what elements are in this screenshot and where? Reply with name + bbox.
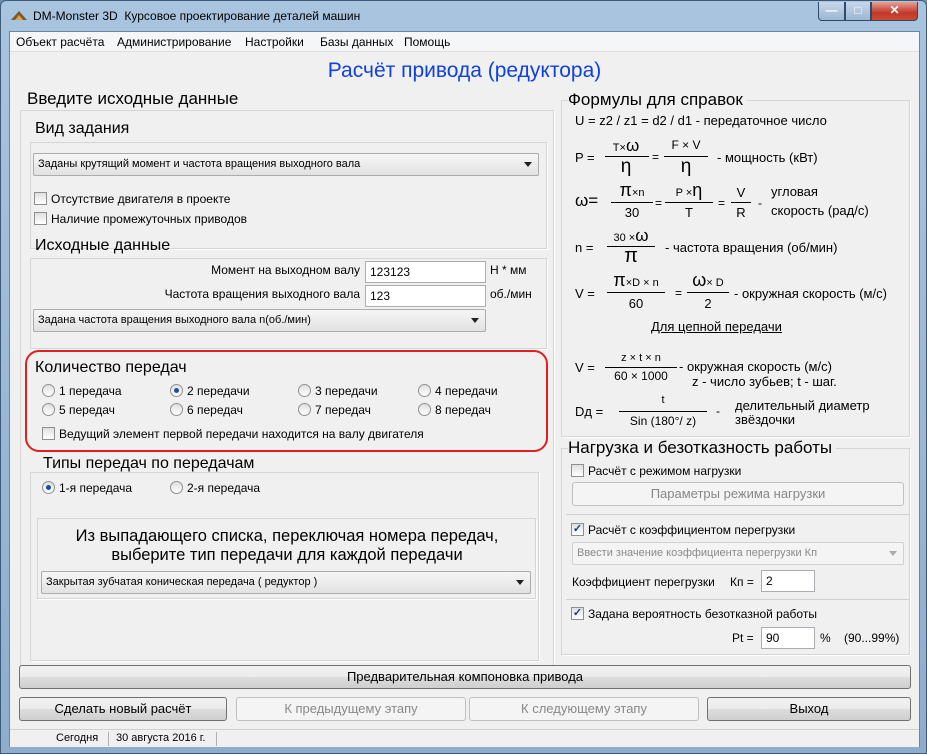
page-title: Расчёт привода (редуктора) (327, 59, 602, 82)
gear-count-label-5: 5 передач (59, 403, 115, 417)
no-engine-checkbox[interactable] (34, 192, 47, 205)
gear-count-radio-1[interactable] (42, 384, 55, 397)
menu-help[interactable]: Помощь (404, 35, 450, 49)
type-gear2-label: 2-я передача (187, 481, 261, 495)
types-heading: Типы передач по передачам (43, 455, 255, 472)
precompose-button[interactable]: Предварительная компоновка привода (19, 665, 911, 689)
task-type-select[interactable]: Заданы крутящий момент и частота вращени… (33, 153, 539, 176)
chevron-down-icon (516, 580, 524, 585)
gear-count-radio-8[interactable] (418, 403, 431, 416)
divider (566, 514, 910, 515)
menu-settings[interactable]: Настройки (245, 35, 304, 49)
no-engine-label: Отсутствие двигателя в проекте (51, 192, 231, 206)
reliability-unit: % (820, 631, 831, 645)
overload-checkbox[interactable]: ✓ (571, 523, 584, 536)
gear-count-label-4: 4 передачи (435, 384, 498, 398)
gears-heading: Количество передач (35, 359, 187, 376)
overload-coef-input[interactable]: 2 (761, 570, 815, 592)
gear-count-label-2: 2 передачи (187, 384, 250, 398)
exit-button[interactable]: Выход (707, 697, 911, 721)
gear-count-radio-5[interactable] (42, 403, 55, 416)
intermediate-checkbox[interactable] (34, 212, 47, 225)
gear-count-label-1: 1 передача (59, 384, 122, 398)
chain-title: Для цепной передачи (651, 319, 782, 334)
gear-count-radio-3[interactable] (298, 384, 311, 397)
formula-rotation-speed: n = 30 ×ω π - частота вращения (об/мин) (575, 226, 838, 267)
types-hint-line1: Из выпадающего списка, переключая номера… (75, 527, 499, 545)
formula-angular-speed: ω= π×n 30 = P ×η T = V R - угловая скоро… (575, 180, 869, 220)
freq-input[interactable]: 123 (365, 285, 486, 307)
intermediate-label: Наличие промежуточных приводов (51, 212, 247, 226)
overload-label: Расчёт с коэффициентом перегрузки (588, 523, 796, 537)
type-gear1-label: 1-я передача (59, 481, 133, 495)
type-gear1-radio[interactable] (42, 481, 55, 494)
status-date: 30 августа 2016 г. (116, 732, 206, 744)
task-type-heading: Вид задания (35, 120, 130, 137)
menu-admin[interactable]: Администрирование (117, 35, 231, 49)
minimize-button[interactable]: — (818, 2, 845, 21)
menu-databases[interactable]: Базы данных (320, 35, 393, 49)
chevron-down-icon (889, 551, 897, 556)
gear-type-select[interactable]: Закрытая зубчатая коническая передача ( … (41, 571, 531, 594)
torque-unit: Н * мм (490, 263, 527, 277)
load-mode-label: Расчёт с режимом нагрузки (588, 464, 742, 478)
type-gear2-radio[interactable] (170, 481, 183, 494)
formula-power: P = T×ω η = F × V η - мощность (кВт) (575, 136, 818, 177)
menu-object[interactable]: Объект расчёта (16, 35, 104, 49)
status-bar: Сегодня 30 августа 2016 г. (10, 729, 919, 747)
formulas-heading: Формулы для справок (568, 90, 747, 110)
input-heading: Введите исходные данные (27, 89, 239, 108)
formula-peripheral-speed: V = π×D × n 60 = ω× D 2 - окружная скоро… (575, 270, 887, 311)
torque-input[interactable]: 123123 (365, 261, 486, 283)
next-step-button[interactable]: К следующему этапу (469, 697, 699, 721)
overload-select[interactable]: Ввести значение коэффициента перегрузки … (572, 542, 904, 565)
formula-ratio: U = z2 / z1 = d2 / d1 - передаточное чис… (575, 113, 827, 128)
status-today-label: Сегодня (56, 732, 99, 744)
close-button[interactable]: ✕ (871, 2, 918, 21)
formula-chain-speed: V = z × t × n 60 × 1000 - окружная скоро… (575, 352, 837, 389)
maximize-button[interactable]: □ (845, 2, 871, 21)
gear-count-label-7: 7 передач (315, 403, 371, 417)
freq-select[interactable]: Задана частота вращения выходного вала n… (33, 309, 486, 332)
app-window: DM-Monster 3D Курсовое проектирование де… (0, 0, 927, 754)
gear-count-radio-4[interactable] (418, 384, 431, 397)
prev-step-button[interactable]: К предыдущему этапу (236, 697, 466, 721)
reliability-input[interactable]: 90 (761, 627, 815, 649)
chevron-down-icon (524, 162, 532, 167)
reliability-label: Задана вероятность безотказной работы (588, 607, 817, 621)
freq-label: Частота вращения выходного вала (164, 287, 360, 301)
freq-unit: об./мин (490, 287, 532, 301)
reliability-checkbox[interactable]: ✓ (571, 607, 584, 620)
gear-count-radio-6[interactable] (170, 403, 183, 416)
chevron-down-icon (471, 318, 479, 323)
status-divider (108, 732, 109, 746)
load-params-button[interactable]: Параметры режима нагрузки (572, 482, 904, 506)
gear-count-label-6: 6 передач (187, 403, 243, 417)
gear-count-radio-7[interactable] (298, 403, 311, 416)
status-divider (216, 732, 217, 746)
types-hint-line2: выберите тип передачи для каждой передач… (111, 546, 463, 564)
lead-element-label: Ведущий элемент первой передачи находитс… (59, 427, 424, 441)
client-area: Объект расчёта Администрирование Настрой… (9, 31, 920, 747)
divider (566, 599, 910, 600)
torque-label: Момент на выходном валу (211, 263, 360, 277)
load-heading: Нагрузка и безотказность работы (568, 438, 837, 458)
gear-count-label-3: 3 передачи (315, 384, 378, 398)
window-title: DM-Monster 3D Курсовое проектирование де… (33, 9, 361, 23)
formula-pitch-diameter: Dд = t Sin (180°/ z) - делительный диаме… (575, 394, 870, 428)
app-logo-icon (11, 11, 27, 20)
reliability-symbol: Pt = (732, 631, 754, 645)
source-heading: Исходные данные (35, 237, 171, 254)
menu-bar: Объект расчёта Администрирование Настрой… (10, 32, 919, 52)
overload-coef-symbol: Кп = (730, 575, 754, 589)
reliability-range: (90...99%) (844, 631, 900, 645)
overload-coef-label: Коэффициент перегрузки (572, 575, 715, 589)
title-bar: DM-Monster 3D Курсовое проектирование де… (1, 1, 927, 31)
gear-count-label-8: 8 передач (435, 403, 491, 417)
gear-count-radio-2[interactable] (170, 384, 183, 397)
lead-element-checkbox[interactable] (42, 427, 55, 440)
new-calc-button[interactable]: Сделать новый расчёт (19, 697, 227, 721)
load-mode-checkbox[interactable] (571, 464, 584, 477)
